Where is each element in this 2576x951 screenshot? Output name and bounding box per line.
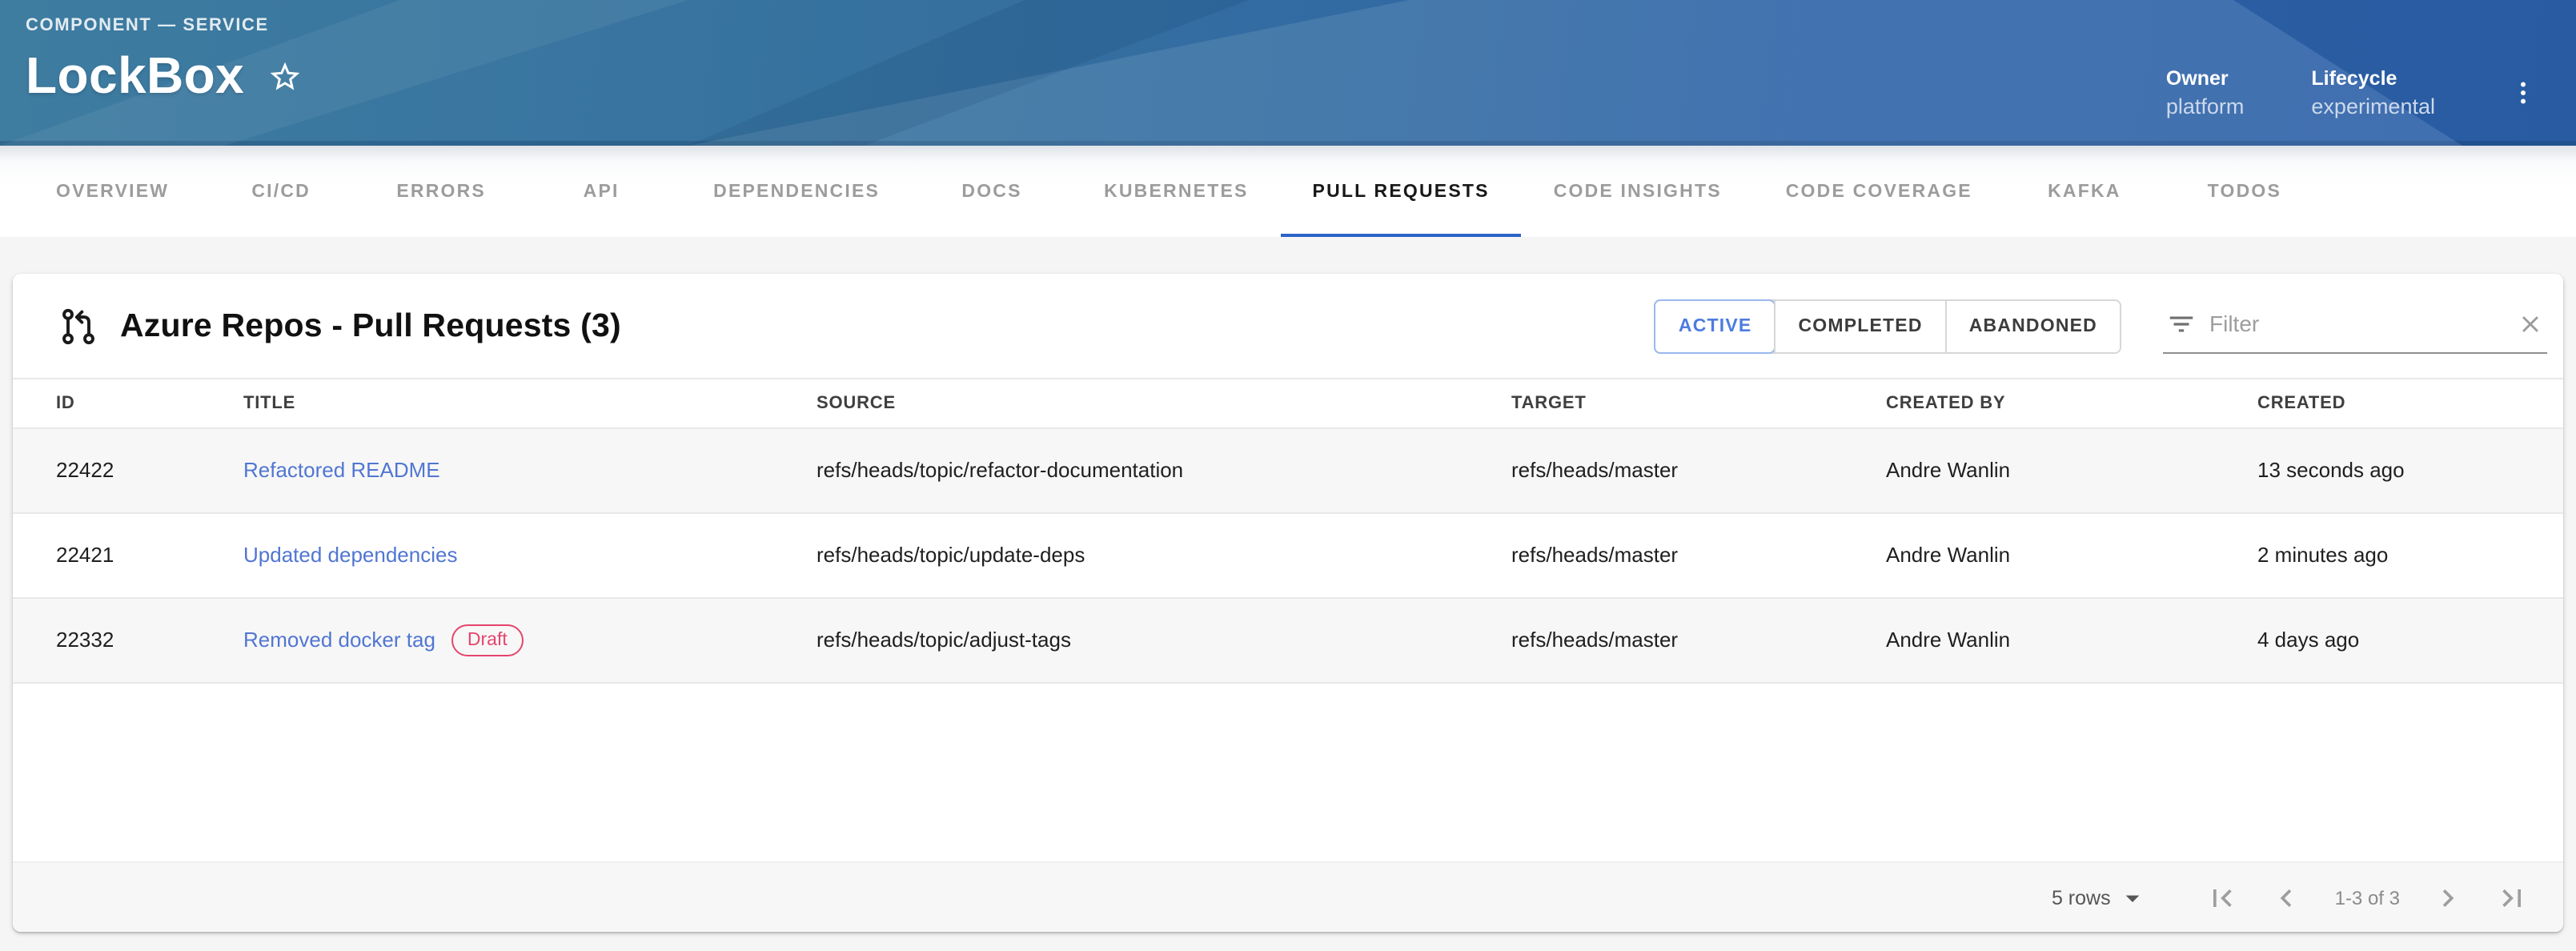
status-filter-group: ACTIVE COMPLETED ABANDONED: [1655, 299, 2121, 353]
cell-source: refs/heads/topic/adjust-tags: [791, 597, 1486, 682]
lifecycle-value: experimental: [2311, 94, 2435, 118]
page-title: LockBox: [26, 46, 244, 106]
tab-api[interactable]: API: [521, 146, 681, 237]
entity-tabbar: OVERVIEW CI/CD ERRORS API DEPENDENCIES D…: [0, 146, 2576, 237]
tab-overview[interactable]: OVERVIEW: [24, 146, 201, 237]
status-filter-completed[interactable]: COMPLETED: [1774, 300, 1944, 351]
card-controls: ACTIVE COMPLETED ABANDONED: [1655, 299, 2547, 353]
column-header-target: TARGET: [1486, 379, 1860, 427]
last-page-icon: [2494, 880, 2530, 915]
star-outline-icon: [267, 58, 302, 94]
more-options-button[interactable]: [2502, 65, 2544, 119]
app-root: COMPONENT — SERVICE LockBox Owner platfo…: [0, 0, 2576, 951]
git-pull-request-icon: [58, 305, 99, 347]
pagination-range-label: 1-3 of 3: [2335, 886, 2400, 909]
header-left: COMPONENT — SERVICE LockBox: [26, 16, 303, 146]
table-header-row: ID TITLE SOURCE TARGET CREATED BY CREATE…: [13, 379, 2563, 427]
table-empty-space: [13, 683, 2563, 861]
owner-label: Owner: [2166, 66, 2245, 89]
cell-target: refs/heads/master: [1486, 512, 1860, 597]
column-header-created-by: CREATED BY: [1860, 379, 2232, 427]
page-content: Azure Repos - Pull Requests (3) ACTIVE C…: [0, 237, 2576, 951]
first-page-icon: [2205, 880, 2241, 915]
pr-title-link[interactable]: Updated dependencies: [243, 543, 457, 567]
filter-list-icon: [2166, 308, 2197, 339]
breadcrumb: COMPONENT — SERVICE: [26, 16, 303, 35]
owner-meta: Owner platform: [2166, 66, 2245, 118]
entity-header: COMPONENT — SERVICE LockBox Owner platfo…: [0, 0, 2576, 146]
cell-source: refs/heads/topic/refactor-documentation: [791, 427, 1486, 512]
cell-id: 22421: [13, 512, 218, 597]
header-meta: Owner platform Lifecycle experimental: [2166, 16, 2544, 146]
column-header-created: CREATED: [2232, 379, 2563, 427]
cell-created-by: Andre Wanlin: [1860, 512, 2232, 597]
close-icon: [2517, 310, 2544, 337]
kebab-menu-icon: [2509, 78, 2538, 106]
pull-requests-table: ID TITLE SOURCE TARGET CREATED BY CREATE…: [13, 379, 2563, 683]
owner-value: platform: [2166, 94, 2245, 118]
rows-per-page-value: 5 rows: [2052, 886, 2111, 909]
cell-created: 2 minutes ago: [2232, 512, 2563, 597]
card-title: Azure Repos - Pull Requests (3): [120, 307, 621, 345]
tab-code-insights[interactable]: CODE INSIGHTS: [1522, 146, 1754, 237]
tab-todos[interactable]: TODOS: [2165, 146, 2325, 237]
table-row: 22421 Updated dependencies refs/heads/to…: [13, 512, 2563, 597]
next-page-button[interactable]: [2429, 878, 2467, 917]
filter-input[interactable]: [2209, 311, 2504, 336]
cell-created-by: Andre Wanlin: [1860, 597, 2232, 682]
first-page-button[interactable]: [2204, 878, 2242, 917]
column-header-id: ID: [13, 379, 218, 427]
chevron-right-icon: [2430, 880, 2466, 915]
column-header-title: TITLE: [218, 379, 791, 427]
tab-code-coverage[interactable]: CODE COVERAGE: [1754, 146, 2004, 237]
status-filter-active[interactable]: ACTIVE: [1656, 300, 1775, 351]
dropdown-caret-icon: [2117, 881, 2149, 913]
tab-dependencies[interactable]: DEPENDENCIES: [681, 146, 912, 237]
pagination-bar: 5 rows 1-3 of 3: [13, 861, 2563, 932]
filter-field: [2163, 299, 2547, 353]
chevron-left-icon: [2269, 880, 2305, 915]
column-header-source: SOURCE: [791, 379, 1486, 427]
table-row: 22332 Removed docker tag Draft refs/head…: [13, 597, 2563, 682]
pr-title-link[interactable]: Removed docker tag: [243, 628, 435, 652]
cell-target: refs/heads/master: [1486, 597, 1860, 682]
cell-source: refs/heads/topic/update-deps: [791, 512, 1486, 597]
tab-docs[interactable]: DOCS: [912, 146, 1072, 237]
cell-created: 4 days ago: [2232, 597, 2563, 682]
favorite-button[interactable]: [265, 57, 303, 95]
pr-title-link[interactable]: Refactored README: [243, 458, 440, 482]
cell-created-by: Andre Wanlin: [1860, 427, 2232, 512]
cell-target: refs/heads/master: [1486, 427, 1860, 512]
tab-errors[interactable]: ERRORS: [361, 146, 521, 237]
table-row: 22422 Refactored README refs/heads/topic…: [13, 427, 2563, 512]
lifecycle-meta: Lifecycle experimental: [2311, 66, 2435, 118]
previous-page-button[interactable]: [2268, 878, 2306, 917]
rows-per-page-select[interactable]: 5 rows: [2052, 881, 2149, 913]
status-filter-abandoned[interactable]: ABANDONED: [1945, 300, 2120, 351]
tab-pull-requests[interactable]: PULL REQUESTS: [1281, 146, 1522, 237]
cell-id: 22332: [13, 597, 218, 682]
draft-status-badge: Draft: [451, 624, 524, 656]
card-header: Azure Repos - Pull Requests (3) ACTIVE C…: [13, 274, 2563, 379]
tab-kubernetes[interactable]: KUBERNETES: [1072, 146, 1280, 237]
pull-requests-card: Azure Repos - Pull Requests (3) ACTIVE C…: [13, 274, 2563, 932]
cell-id: 22422: [13, 427, 218, 512]
last-page-button[interactable]: [2493, 878, 2531, 917]
cell-created: 13 seconds ago: [2232, 427, 2563, 512]
tab-kafka[interactable]: KAFKA: [2004, 146, 2165, 237]
tab-cicd[interactable]: CI/CD: [201, 146, 361, 237]
clear-filter-button[interactable]: [2517, 310, 2544, 337]
lifecycle-label: Lifecycle: [2311, 66, 2435, 89]
